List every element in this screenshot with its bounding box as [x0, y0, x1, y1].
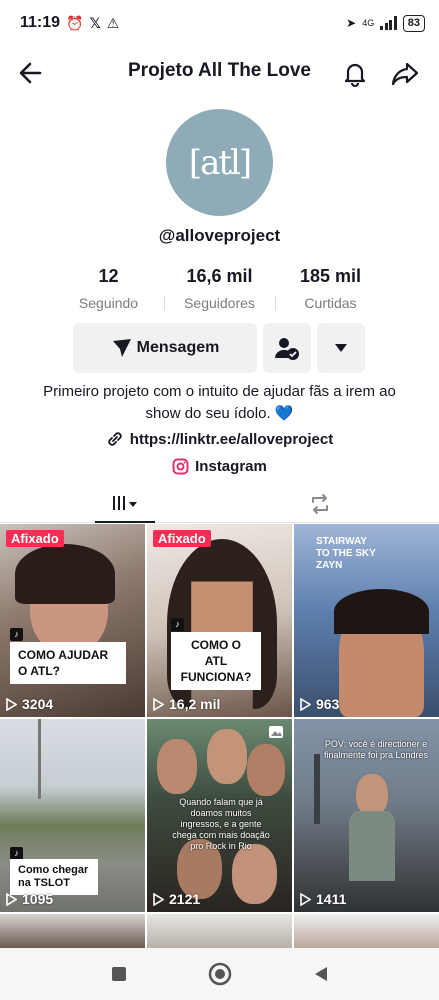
battery-icon: 83	[402, 14, 425, 32]
bio-link[interactable]: https://linktr.ee/alloveproject	[0, 430, 439, 448]
video-thumbnail[interactable]: Quando falam que já doamos muitos ingres…	[147, 719, 292, 912]
stat-following[interactable]: 12 Seguindo	[54, 266, 164, 311]
avatar-logo: [atl]	[188, 142, 252, 183]
video-thumbnail[interactable]: POV: você é directioner e finalmente foi…	[294, 719, 439, 912]
play-icon	[6, 697, 17, 711]
status-bar: 11:19 ⏰ 𝕏 ⚠ ➤ 4G 83	[0, 0, 439, 46]
username: @alloveproject	[158, 226, 281, 245]
video-thumbnail[interactable]	[0, 914, 145, 948]
repost-icon	[312, 494, 328, 514]
play-icon	[153, 697, 164, 711]
video-grid: Afixado ♪ COMO AJUDAR O ATL? 3204 Afixad…	[0, 524, 439, 912]
profile-header: Projeto All The Love	[0, 46, 439, 98]
signal-icon	[380, 16, 397, 30]
link-icon	[108, 432, 122, 446]
grid-icon	[113, 496, 137, 510]
tab-reposts[interactable]	[290, 485, 350, 523]
alarm-icon: ⏰	[66, 14, 84, 31]
more-options-dropdown[interactable]	[317, 323, 365, 373]
video-thumbnail[interactable]: STAIRWAY TO THE SKY ZAYN 963	[294, 524, 439, 717]
play-icon	[6, 892, 17, 906]
page-title: Projeto All The Love	[128, 60, 311, 81]
video-caption: COMO AJUDAR O ATL?	[10, 642, 126, 684]
view-count: 1411	[300, 891, 346, 907]
back-icon[interactable]	[312, 965, 330, 983]
video-grid-partial-row	[0, 914, 439, 948]
send-icon	[112, 339, 131, 357]
recents-icon[interactable]	[110, 965, 128, 983]
view-count: 16,2 mil	[153, 696, 220, 712]
share-icon[interactable]	[390, 58, 420, 88]
tab-videos[interactable]	[95, 485, 155, 523]
x-app-icon: 𝕏	[89, 14, 101, 31]
network-type: 4G	[362, 18, 375, 28]
tiktok-icon: ♪	[171, 618, 184, 631]
message-button[interactable]: Mensagem	[73, 323, 257, 373]
warning-icon: ⚠	[106, 14, 120, 31]
profile-bio: Primeiro projeto com o intuito de ajudar…	[43, 383, 396, 422]
user-check-icon	[274, 338, 299, 360]
poster-text: STAIRWAY TO THE SKY ZAYN	[316, 536, 376, 571]
view-count: 963	[300, 696, 339, 712]
video-thumbnail[interactable]	[147, 914, 292, 948]
stat-likes[interactable]: 185 mil Curtidas	[276, 266, 386, 311]
profile-stats: 12 Seguindo 16,6 mil Seguidores 185 mil …	[0, 266, 439, 311]
video-thumbnail[interactable]	[294, 914, 439, 948]
status-time: 11:19	[20, 14, 61, 31]
play-icon	[153, 892, 164, 906]
video-caption: Quando falam que já doamos muitos ingres…	[172, 797, 270, 851]
home-icon[interactable]	[208, 962, 232, 986]
system-nav-bar	[0, 948, 439, 1000]
tiktok-icon: ♪	[10, 628, 23, 641]
pinned-badge: Afixado	[153, 530, 211, 547]
view-count: 3204	[6, 696, 53, 712]
view-count: 1095	[6, 891, 53, 907]
following-status-button[interactable]	[263, 323, 311, 373]
instagram-icon	[172, 458, 189, 475]
profile-actions: Mensagem	[73, 323, 365, 373]
stat-followers[interactable]: 16,6 mil Seguidores	[165, 266, 275, 311]
bell-icon[interactable]	[340, 58, 370, 88]
caret-down-icon	[335, 344, 347, 352]
avatar[interactable]: [atl]	[166, 109, 273, 216]
content-tabs	[0, 485, 439, 523]
play-icon	[300, 892, 311, 906]
video-thumbnail[interactable]: ♪ Como chegar na TSLOT 1095	[0, 719, 145, 912]
play-icon	[300, 697, 311, 711]
view-count: 2121	[153, 891, 200, 907]
location-icon: ➤	[346, 16, 357, 30]
photo-icon	[269, 726, 283, 738]
video-caption: COMO O ATL FUNCIONA?	[171, 632, 261, 690]
instagram-link[interactable]: Instagram	[0, 458, 439, 475]
video-caption: POV: você é directioner e finalmente foi…	[323, 739, 429, 760]
video-thumbnail[interactable]: Afixado ♪ COMO O ATL FUNCIONA? 16,2 mil	[147, 524, 292, 717]
video-thumbnail[interactable]: Afixado ♪ COMO AJUDAR O ATL? 3204	[0, 524, 145, 717]
pinned-badge: Afixado	[6, 530, 64, 547]
video-caption: Como chegar na TSLOT	[10, 859, 98, 895]
